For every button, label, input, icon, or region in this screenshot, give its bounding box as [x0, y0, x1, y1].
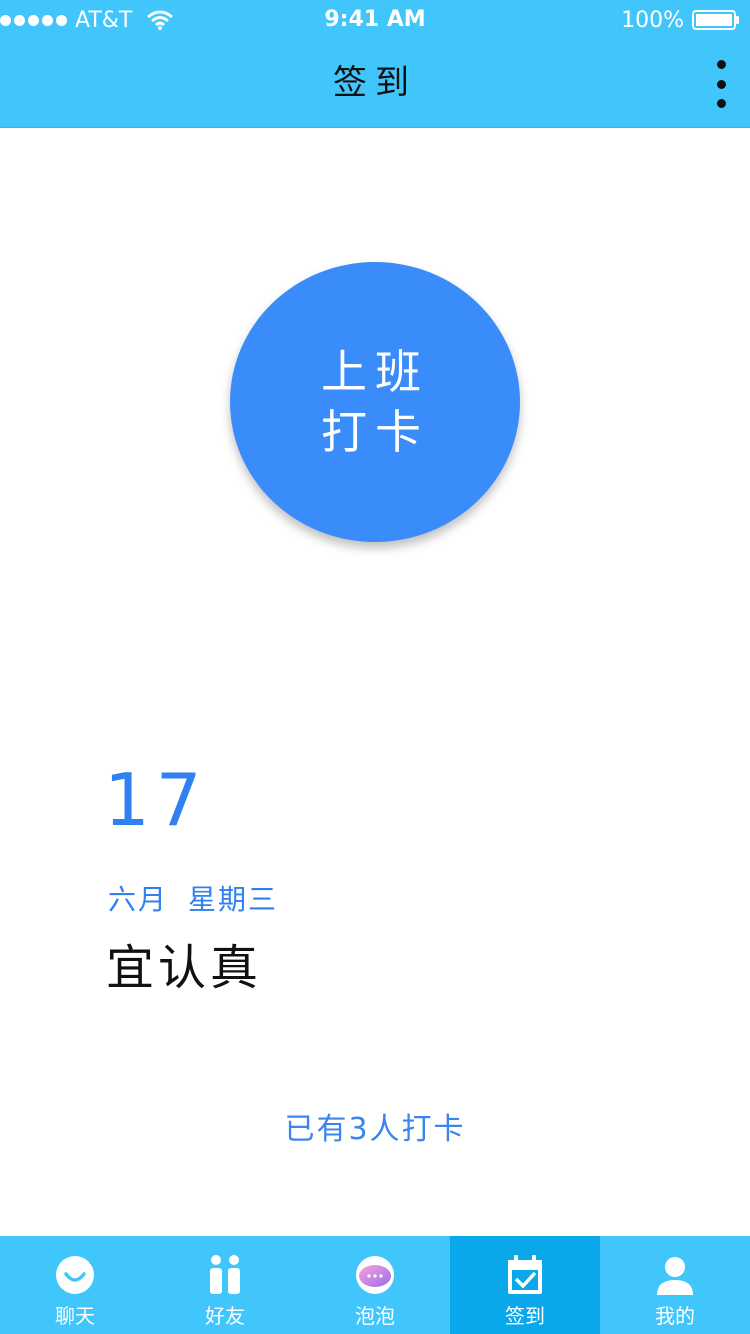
navigation-bar: 签到: [0, 40, 750, 128]
status-right: 100%: [621, 0, 740, 40]
tab-bubble[interactable]: 泡泡: [300, 1236, 450, 1334]
tab-checkin-label: 签到: [505, 1304, 545, 1328]
tab-me-label: 我的: [655, 1304, 695, 1328]
checkin-count: 已有3人打卡: [284, 1112, 466, 1147]
clock-in-label-line2: 打卡: [321, 405, 429, 459]
tab-friends-label: 好友: [205, 1304, 245, 1328]
chat-face-icon: [56, 1256, 94, 1294]
page-title: 签到: [333, 63, 417, 103]
clock-in-label-line1: 上班: [321, 345, 429, 399]
tab-bubble-label: 泡泡: [355, 1304, 395, 1328]
calendar-check-icon: [508, 1255, 542, 1294]
day-number: 17: [104, 758, 208, 842]
month-label: 六月: [108, 883, 169, 916]
month-weekday: 六月 星期三: [108, 878, 278, 918]
more-dots-icon: [716, 60, 726, 69]
battery-icon: [692, 10, 739, 30]
status-bar: AT&T 9:41 AM 100%: [0, 0, 750, 40]
bubble-icon: [356, 1256, 394, 1294]
tab-me[interactable]: 我的: [600, 1236, 750, 1334]
battery-percent: 100%: [621, 7, 684, 33]
daily-motto: 宜认真: [106, 940, 263, 996]
tab-bar: 聊天 好友 泡泡 签到 我的: [0, 1236, 750, 1334]
user-icon: [657, 1257, 693, 1295]
tab-chat-label: 聊天: [55, 1304, 95, 1328]
tab-checkin[interactable]: 签到: [450, 1236, 600, 1334]
tab-chat[interactable]: 聊天: [0, 1236, 150, 1334]
tab-friends[interactable]: 好友: [150, 1236, 300, 1334]
weekday-label: 星期三: [188, 883, 279, 916]
clock-in-button[interactable]: 上班 打卡: [230, 262, 520, 542]
friends-icon: [210, 1255, 240, 1294]
more-options-button[interactable]: [714, 60, 728, 108]
